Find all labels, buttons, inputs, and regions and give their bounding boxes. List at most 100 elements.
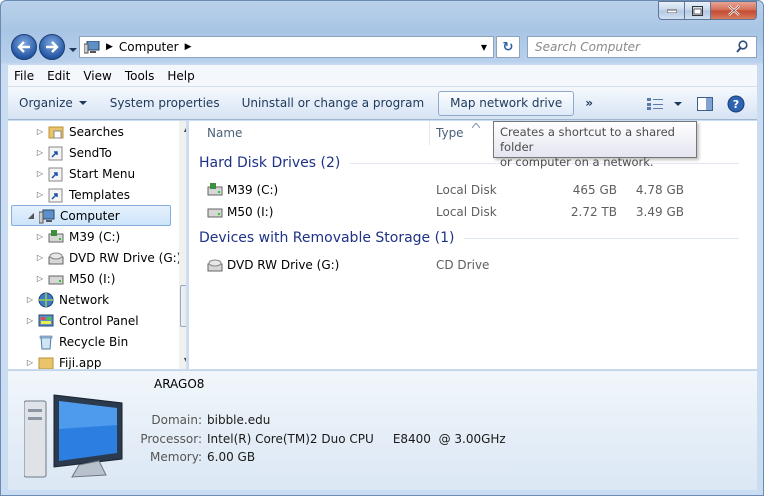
search-input[interactable]: Search Computer (528, 40, 734, 54)
group-header-removable-storage[interactable]: Devices with Removable Storage (1) (199, 230, 739, 246)
expand-arrow-icon[interactable]: ▷ (34, 169, 46, 178)
organize-button[interactable]: Organize (8, 91, 99, 116)
menu-file[interactable]: File (8, 69, 41, 83)
computer-icon (38, 208, 55, 224)
more-commands-button[interactable]: » (577, 96, 601, 110)
expand-arrow-icon[interactable]: ▷ (34, 127, 46, 136)
breadcrumb-separator-icon[interactable]: ▶ (185, 42, 192, 52)
expand-arrow-icon[interactable]: ▷ (34, 253, 46, 262)
detail-processor: Processor: Intel(R) Core(TM)2 Duo CPU E8… (113, 432, 506, 446)
drive-name: M39 (C:) (227, 183, 279, 197)
system-properties-button[interactable]: System properties (99, 91, 231, 116)
menu-tools[interactable]: Tools (119, 69, 162, 83)
tree-item-label: Searches (69, 124, 124, 139)
tree-item-searches[interactable]: ▷ Searches (34, 121, 124, 142)
detail-memory: Memory: 6.00 GB (113, 450, 255, 464)
column-header-name[interactable]: Name (207, 121, 242, 145)
refresh-button[interactable]: ↻ (496, 36, 520, 58)
help-icon[interactable]: ? (727, 95, 745, 113)
menu-view[interactable]: View (77, 69, 118, 83)
expand-arrow-icon[interactable]: ▷ (34, 190, 46, 199)
tree-item-templates[interactable]: ▷ Templates (34, 184, 130, 205)
tree-item-label: SendTo (69, 145, 112, 160)
group-title: Hard Disk Drives (2) (199, 155, 341, 171)
chevron-down-icon (78, 101, 87, 105)
close-icon (727, 5, 740, 16)
tree-item-fiji-app[interactable]: ▷ Fiji.app (24, 352, 101, 369)
map-network-drive-tooltip: Creates a shortcut to a shared folder or… (493, 121, 697, 169)
maximize-button[interactable] (685, 1, 711, 20)
organize-label: Organize (19, 96, 73, 110)
drive-row-dvd[interactable]: DVD RW Drive (G:) CD Drive (207, 255, 727, 275)
expand-arrow-icon[interactable]: ▷ (34, 232, 46, 241)
recent-pages-dropdown[interactable] (69, 43, 77, 52)
memory-label: Memory: (150, 450, 202, 464)
expand-arrow-icon[interactable]: ▷ (34, 148, 46, 157)
column-divider[interactable] (429, 121, 430, 145)
tree-item-computer[interactable]: ◢ Computer (11, 205, 171, 226)
tree-item-label: Templates (69, 187, 131, 202)
expand-arrow-icon[interactable]: ▷ (24, 295, 36, 304)
tree-item-label: Start Menu (69, 166, 136, 181)
collapse-arrow-icon[interactable]: ◢ (25, 211, 37, 220)
drive-row-m39[interactable]: M39 (C:) Local Disk 465 GB 4.78 GB (207, 180, 727, 200)
scroll-up-icon[interactable]: ▲ (179, 121, 186, 137)
chevron-down-icon (69, 48, 77, 52)
hard-drive-icon (207, 182, 223, 198)
tree-item-label: DVD RW Drive (G:) (69, 250, 182, 265)
scrollbar-thumb[interactable] (180, 285, 186, 327)
sort-up-icon (472, 123, 480, 128)
hard-drive-icon (207, 204, 223, 220)
search-box[interactable]: Search Computer (527, 36, 757, 58)
map-network-drive-button[interactable]: Map network drive (438, 90, 575, 116)
tree-item-network[interactable]: ▷ Network (24, 289, 109, 310)
tree-item-m50-drive[interactable]: ▷ M50 (I:) (34, 268, 115, 289)
preview-pane-icon[interactable] (697, 96, 713, 111)
column-header-type[interactable]: Type (436, 121, 464, 145)
tree-item-label: M50 (I:) (69, 271, 116, 286)
drive-free-space: 4.78 GB (635, 183, 684, 197)
address-bar[interactable]: ▶ Computer ▶ ▼ (79, 36, 494, 58)
minimize-button[interactable] (658, 1, 685, 20)
nav-pane-scrollbar[interactable]: ▲ ▼ (179, 121, 186, 369)
address-history-dropdown[interactable]: ▼ (475, 37, 493, 57)
menu-help[interactable]: Help (161, 69, 201, 83)
maximize-icon (692, 5, 703, 16)
command-bar: Organize System properties Uninstall or … (8, 87, 757, 120)
control-panel-icon (38, 313, 54, 329)
processor-value: Intel(R) Core(TM)2 Duo CPU E8400 @ 3.00G… (207, 432, 506, 446)
forward-button[interactable] (39, 34, 65, 60)
svg-text:?: ? (733, 98, 739, 111)
drive-type: Local Disk (436, 183, 497, 197)
breadcrumb-computer[interactable]: Computer (119, 40, 179, 54)
dvd-drive-icon (48, 250, 64, 266)
hard-drive-icon (48, 229, 64, 245)
tree-item-sendto[interactable]: ▷ SendTo (34, 142, 112, 163)
tree-item-m39-drive[interactable]: ▷ M39 (C:) (34, 226, 120, 247)
drive-type: CD Drive (436, 258, 490, 272)
tree-item-dvd-drive[interactable]: ▷ DVD RW Drive (G:) (34, 247, 181, 268)
chevron-down-icon: ▼ (480, 42, 488, 52)
search-icon[interactable] (734, 40, 752, 54)
back-button[interactable] (11, 34, 37, 60)
menu-bar: File Edit View Tools Help (8, 65, 757, 87)
menu-edit[interactable]: Edit (41, 69, 77, 83)
minimize-icon (666, 9, 677, 13)
computer-icon (83, 40, 100, 54)
expand-arrow-icon[interactable]: ▷ (24, 316, 36, 325)
folder-icon (38, 355, 54, 369)
drive-name: DVD RW Drive (G:) (227, 258, 340, 272)
explorer-window: ▶ Computer ▶ ▼ ↻ Search Computer File Ed… (0, 0, 764, 496)
change-view-button[interactable] (647, 97, 683, 110)
tree-item-control-panel[interactable]: ▷ Control Panel (24, 310, 139, 331)
drive-row-m50[interactable]: M50 (I:) Local Disk 2.72 TB 3.49 GB (207, 202, 727, 222)
recycle-bin-icon (38, 334, 54, 350)
scroll-down-icon[interactable]: ▼ (179, 353, 186, 369)
tree-item-start-menu[interactable]: ▷ Start Menu (34, 163, 135, 184)
close-button[interactable] (711, 1, 757, 20)
uninstall-program-button[interactable]: Uninstall or change a program (231, 91, 436, 116)
tree-item-recycle-bin[interactable]: Recycle Bin (36, 331, 128, 352)
expand-arrow-icon[interactable]: ▷ (34, 274, 46, 283)
expand-arrow-icon[interactable]: ▷ (24, 358, 36, 367)
group-divider (464, 237, 739, 239)
